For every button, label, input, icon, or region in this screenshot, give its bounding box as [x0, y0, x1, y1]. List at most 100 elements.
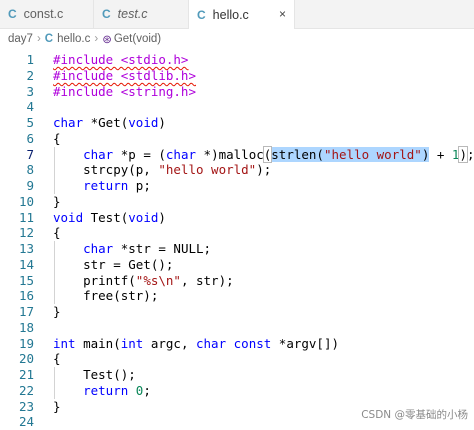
line-number: 17 — [18, 304, 34, 319]
code-line[interactable]: 13 char *str = NULL; — [0, 241, 474, 257]
code-text: return 0; — [53, 383, 151, 399]
line-number: 19 — [18, 335, 34, 351]
line-number: 7 — [26, 146, 34, 162]
code-token: "hello world" — [158, 162, 257, 178]
code-token: *Get( — [83, 115, 129, 130]
code-token: "hello world" — [323, 146, 422, 162]
code-token: char — [83, 146, 114, 162]
indent-guide — [54, 241, 55, 304]
code-line[interactable]: 8 strcpy(p, "hello world"); — [0, 162, 474, 178]
code-text: } — [53, 194, 61, 210]
tab-hello-c[interactable]: C hello.c × — [189, 0, 295, 29]
code-line[interactable]: 20 { — [0, 351, 474, 367]
indent-guide — [54, 146, 55, 194]
code-line[interactable]: 2 #include <stdlib.h> — [0, 68, 474, 84]
watermark: CSDN @零基础的小杨 — [361, 409, 468, 421]
breadcrumb-folder[interactable]: day7 — [8, 33, 33, 45]
code-text: char *Get(void) — [53, 115, 166, 131]
code-line[interactable]: 4 — [0, 99, 474, 115]
code-token: } — [53, 398, 61, 414]
c-file-icon: C — [8, 7, 17, 21]
code-token: char — [53, 115, 84, 130]
code-token: char — [165, 146, 197, 162]
code-line[interactable]: 12 { — [0, 225, 474, 241]
code-line[interactable]: 11 void Test(void) — [0, 210, 474, 226]
code-text: void Test(void) — [53, 210, 166, 226]
tab-label: test.c — [117, 7, 148, 21]
code-token: #include <stdio.h> — [53, 52, 189, 67]
code-token: { — [53, 351, 61, 367]
breadcrumb-symbol[interactable]: Get(void) — [114, 33, 161, 45]
code-token: ) — [158, 115, 166, 130]
code-text: { — [53, 225, 61, 241]
code-text: char *p = (char *)malloc(strlen("hello w… — [53, 145, 474, 163]
code-token: Test(); — [53, 367, 136, 382]
code-line[interactable]: 19 int main(int argc, char const *argv[]) — [0, 336, 474, 352]
code-token: ) — [158, 209, 166, 225]
code-token: , str); — [180, 272, 234, 288]
code-text: } — [53, 304, 61, 320]
code-token: } — [53, 304, 61, 319]
tab-test-c[interactable]: C test.c — [94, 0, 189, 28]
line-number: 6 — [26, 130, 34, 146]
code-token: strcpy(p, — [53, 162, 159, 178]
tab-const-c[interactable]: C const.c — [0, 0, 94, 28]
code-token: int — [53, 335, 76, 351]
line-number: 23 — [18, 398, 34, 414]
code-token: #include <stdlib.h> — [53, 67, 196, 83]
code-line[interactable]: 18 — [0, 320, 474, 336]
breadcrumb-file[interactable]: hello.c — [57, 33, 90, 45]
code-token: *p = ( — [113, 146, 166, 162]
code-token: main( — [75, 335, 121, 351]
line-number: 18 — [18, 319, 34, 335]
line-number: 1 — [26, 52, 34, 67]
code-token: str = Get(); — [53, 256, 174, 272]
code-token: ); — [256, 162, 272, 178]
code-text: printf("%s\n", str); — [53, 273, 234, 289]
code-line[interactable]: 9 return p; — [0, 178, 474, 194]
code-line[interactable]: 17} — [0, 304, 474, 320]
code-token: return — [83, 382, 129, 398]
line-number: 11 — [18, 209, 34, 225]
code-line[interactable]: 15 printf("%s\n", str); — [0, 273, 474, 289]
code-token: } — [53, 193, 61, 209]
c-file-icon: C — [197, 7, 206, 22]
code-text: return p; — [53, 178, 151, 194]
code-line[interactable]: 16 free(str); — [0, 288, 474, 304]
code-token: char — [196, 335, 227, 351]
code-line[interactable]: 21 Test(); — [0, 367, 474, 383]
code-token: strlen( — [271, 146, 324, 162]
code-line[interactable]: 3 #include <string.h> — [0, 84, 474, 100]
close-icon[interactable]: × — [279, 7, 286, 21]
code-line[interactable]: 1 #include <stdio.h> — [0, 52, 474, 68]
line-number: 13 — [18, 241, 34, 256]
code-text: #include <stdio.h> — [53, 52, 188, 68]
symbol-method-icon: ⊛ — [102, 34, 112, 46]
code-token: printf( — [53, 272, 136, 288]
code-line[interactable]: 5 char *Get(void) — [0, 115, 474, 131]
code-token: { — [53, 225, 61, 241]
code-line[interactable]: 22 return 0; — [0, 383, 474, 399]
code-line[interactable]: 10} — [0, 194, 474, 210]
code-line[interactable]: 14 str = Get(); — [0, 257, 474, 273]
line-number: 14 — [18, 256, 34, 272]
code-token: *)malloc — [196, 146, 264, 162]
code-text: #include <string.h> — [53, 84, 196, 100]
vertical-scrollbar[interactable] — [464, 50, 474, 428]
c-file-icon: C — [44, 33, 54, 45]
tab-label: hello.c — [212, 7, 249, 22]
code-text: } — [53, 399, 61, 415]
chevron-right-icon: › — [36, 33, 41, 45]
code-editor[interactable]: 1 #include <stdio.h> 2 #include <stdlib.h> 3… — [0, 50, 474, 429]
tab-label: const.c — [23, 7, 64, 21]
code-token: *argv[]) — [271, 335, 340, 351]
code-token: Test( — [83, 209, 129, 225]
code-line[interactable]: 6{ — [0, 131, 474, 147]
code-line[interactable]: 7 char *p = (char *)malloc(strlen("hello… — [0, 145, 474, 163]
chevron-right-icon: › — [94, 33, 99, 45]
